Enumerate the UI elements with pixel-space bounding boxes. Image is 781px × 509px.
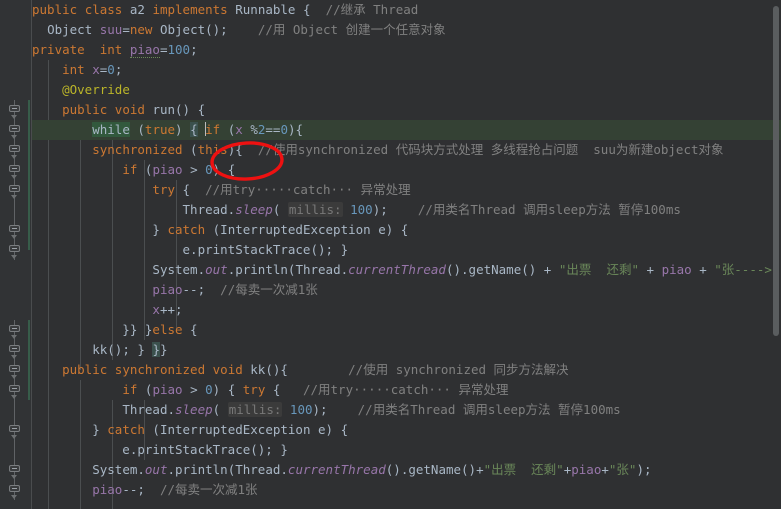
fold-marker[interactable] [8, 222, 21, 235]
code-line[interactable]: while (true) { if (x %2==0){ [32, 120, 781, 140]
code-line[interactable]: } catch (InterruptedException e) { [32, 220, 781, 240]
code-line[interactable]: e.printStackTrace(); } [32, 440, 781, 460]
fold-caret-icon[interactable] [11, 135, 18, 140]
code-line[interactable]: System.out.println(Thread.currentThread(… [32, 460, 781, 480]
code-line[interactable]: public synchronized void kk(){ //使用 sync… [32, 360, 781, 380]
code-line[interactable]: if (piao > 0) { try { //用try·····catch··… [32, 380, 781, 400]
code-line[interactable]: } catch (InterruptedException e) { [32, 420, 781, 440]
parameter-hint: millis: [287, 202, 343, 217]
code-line[interactable]: public void run() { [32, 100, 781, 120]
fold-caret-icon[interactable] [11, 375, 18, 380]
fold-marker[interactable] [8, 122, 21, 135]
fold-marker[interactable] [8, 422, 21, 435]
vcs-change-marker [28, 100, 30, 250]
fold-marker[interactable] [8, 382, 21, 395]
vertical-scrollbar[interactable] [771, 0, 781, 509]
parameter-hint: millis: [227, 402, 283, 417]
fold-marker[interactable] [8, 142, 21, 155]
fold-marker[interactable] [8, 322, 21, 335]
fold-marker[interactable] [8, 162, 21, 175]
fold-marker[interactable] [8, 482, 21, 495]
fold-caret-icon[interactable] [11, 395, 18, 400]
fold-caret-icon[interactable] [11, 255, 18, 260]
code-line[interactable]: x++; [32, 300, 781, 320]
fold-caret-icon[interactable] [11, 495, 18, 500]
fold-marker[interactable] [8, 462, 21, 475]
code-line[interactable]: public class a2 implements Runnable { //… [32, 0, 781, 20]
fold-marker[interactable] [8, 342, 21, 355]
fold-caret-icon[interactable] [11, 115, 18, 120]
fold-marker[interactable] [8, 362, 21, 375]
code-editor[interactable]: public class a2 implements Runnable { //… [0, 0, 781, 509]
fold-caret-icon[interactable] [11, 195, 18, 200]
vcs-change-marker-2 [28, 320, 30, 400]
code-line[interactable]: private int piao=100; [32, 40, 781, 60]
code-line[interactable]: int x=0; [32, 60, 781, 80]
code-line[interactable]: }} }else { [32, 320, 781, 340]
code-line[interactable]: Thread.sleep( millis: 100); //用类名Thread … [32, 200, 781, 220]
fold-caret-icon[interactable] [11, 355, 18, 360]
code-line[interactable]: try { //用try·····catch··· 异常处理 [32, 180, 781, 200]
code-line[interactable]: System.out.println(Thread.currentThread(… [32, 260, 781, 280]
code-line[interactable]: piao--; //每卖一次减1张 [32, 480, 781, 500]
scrollbar-thumb[interactable] [773, 6, 779, 336]
code-line[interactable]: piao--; //每卖一次减1张 [32, 280, 781, 300]
fold-caret-icon[interactable] [11, 435, 18, 440]
editor-gutter[interactable] [0, 0, 32, 509]
fold-marker[interactable] [8, 242, 21, 255]
code-line[interactable]: Object suu=new Object(); //用 Object 创建一个… [32, 20, 781, 40]
fold-caret-icon[interactable] [11, 155, 18, 160]
fold-marker[interactable] [8, 102, 21, 115]
code-area[interactable]: public class a2 implements Runnable { //… [32, 0, 781, 509]
code-line[interactable]: Thread.sleep( millis: 100); //用类名Thread … [32, 400, 781, 420]
code-line[interactable]: kk(); } }} [32, 340, 781, 360]
code-line[interactable]: @Override [32, 80, 781, 100]
fold-caret-icon[interactable] [11, 335, 18, 340]
code-line[interactable]: e.printStackTrace(); } [32, 240, 781, 260]
code-line[interactable]: synchronized (this){ //使用synchronized 代码… [32, 140, 781, 160]
fold-caret-icon[interactable] [11, 175, 18, 180]
fold-marker[interactable] [8, 182, 21, 195]
fold-caret-icon[interactable] [11, 235, 18, 240]
fold-caret-icon[interactable] [11, 475, 18, 480]
code-line[interactable]: if (piao > 0) { [32, 160, 781, 180]
occurrence-highlight: while [92, 122, 130, 137]
